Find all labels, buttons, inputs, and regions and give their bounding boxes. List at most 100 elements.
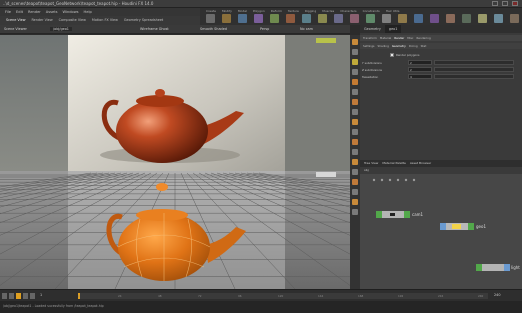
box-tool-icon[interactable] bbox=[206, 14, 215, 23]
tessellation-field[interactable]: 4 bbox=[408, 74, 432, 79]
render-region-handle[interactable] bbox=[316, 172, 336, 177]
tab-render[interactable]: Render bbox=[394, 36, 404, 40]
xray-icon[interactable] bbox=[352, 199, 358, 205]
node-flag-icon[interactable] bbox=[440, 223, 446, 230]
tab-rendering[interactable]: Rendering bbox=[416, 36, 430, 40]
footprint-icon[interactable] bbox=[352, 189, 358, 195]
template-icon[interactable] bbox=[352, 169, 358, 175]
render-mode-menu[interactable]: Smooth Shaded bbox=[200, 27, 227, 31]
tab-material[interactable]: Material bbox=[380, 36, 391, 40]
shelf-tab[interactable]: Muscles bbox=[322, 9, 334, 13]
curve-tool-icon[interactable] bbox=[334, 14, 343, 23]
wireframe-icon[interactable] bbox=[352, 49, 358, 55]
shelf-tab[interactable]: Deform bbox=[271, 9, 282, 13]
menu-file[interactable]: File bbox=[5, 8, 11, 16]
sky-light-tool-icon[interactable] bbox=[510, 14, 519, 23]
path-tool-icon[interactable] bbox=[350, 14, 359, 23]
shelf-tab[interactable]: Constraints bbox=[363, 9, 380, 13]
tab-shading[interactable]: Shading bbox=[377, 44, 388, 48]
z-subdivisions-slider[interactable] bbox=[434, 67, 514, 72]
menu-render[interactable]: Render bbox=[28, 8, 41, 16]
display-option[interactable]: Wireframe Ghost bbox=[140, 27, 169, 31]
light-tool-icon[interactable] bbox=[478, 14, 487, 23]
maximize-icon[interactable] bbox=[502, 1, 508, 6]
step-back-icon[interactable] bbox=[9, 293, 14, 299]
tessellation-slider[interactable] bbox=[434, 74, 514, 79]
platonic-tool-icon[interactable] bbox=[398, 14, 407, 23]
tube-tool-icon[interactable] bbox=[238, 14, 247, 23]
shelf-tab[interactable]: Polygon bbox=[253, 9, 265, 13]
shelf-tab[interactable]: Model bbox=[238, 9, 247, 13]
tab-render-view[interactable]: Render View bbox=[31, 16, 52, 25]
node-flag-icon[interactable] bbox=[476, 264, 482, 271]
minimize-icon[interactable] bbox=[492, 1, 498, 6]
render-polygons-checkbox[interactable] bbox=[390, 53, 394, 57]
torus-tool-icon[interactable] bbox=[254, 14, 263, 23]
camera-tool-icon[interactable] bbox=[462, 14, 471, 23]
timeline-bar[interactable]: 1 24 48 72 96 120 144 168 192 216 240 bbox=[78, 293, 488, 299]
line-tool-icon[interactable] bbox=[302, 14, 311, 23]
network-path[interactable]: obj bbox=[364, 168, 369, 172]
node-display-icon[interactable] bbox=[504, 264, 510, 271]
shelf-tab[interactable]: Rigging bbox=[305, 9, 316, 13]
render-icon[interactable] bbox=[352, 119, 358, 125]
lighting-icon[interactable] bbox=[352, 99, 358, 105]
shelf-tab[interactable]: Modify bbox=[222, 9, 232, 13]
null-tool-icon[interactable] bbox=[286, 14, 295, 23]
snap-icon[interactable] bbox=[352, 89, 358, 95]
node-light[interactable] bbox=[476, 264, 510, 271]
menu-assets[interactable]: Assets bbox=[46, 8, 58, 16]
view-mode-menu[interactable]: No cam bbox=[300, 27, 313, 31]
tab-tree-view[interactable]: Tree View bbox=[364, 160, 378, 167]
grid-icon[interactable] bbox=[352, 129, 358, 135]
viewport-path[interactable]: /obj/geo1 bbox=[50, 27, 72, 31]
normals-icon[interactable] bbox=[352, 79, 358, 85]
node-flag-icon[interactable] bbox=[376, 211, 382, 218]
tab-motion-fx-view[interactable]: Motion FX View bbox=[92, 16, 118, 25]
ghost-icon[interactable] bbox=[352, 149, 358, 155]
y-subdivisions-field[interactable]: 2 bbox=[408, 60, 432, 65]
metaball-tool-icon[interactable] bbox=[430, 14, 439, 23]
shelf-tab[interactable]: Characters bbox=[340, 9, 356, 13]
scene-viewport[interactable] bbox=[0, 35, 350, 289]
shelf-tab[interactable]: Texture bbox=[288, 9, 299, 13]
node-display-icon[interactable] bbox=[404, 211, 410, 218]
display-options-icon[interactable] bbox=[352, 39, 358, 45]
font-tool-icon[interactable] bbox=[382, 14, 391, 23]
node-geo1[interactable] bbox=[440, 223, 474, 230]
menu-edit[interactable]: Edit bbox=[16, 8, 23, 16]
spray-paint-tool-icon[interactable] bbox=[366, 14, 375, 23]
current-frame[interactable]: 1 bbox=[40, 293, 42, 297]
jump-end-icon[interactable] bbox=[30, 293, 35, 299]
jump-start-icon[interactable] bbox=[2, 293, 7, 299]
tab-composite-view[interactable]: Composite View bbox=[59, 16, 86, 25]
sphere-tool-icon[interactable] bbox=[222, 14, 231, 23]
visibility-icon[interactable] bbox=[352, 159, 358, 165]
tab-misc[interactable]: Misc bbox=[407, 36, 413, 40]
shaded-icon[interactable] bbox=[352, 59, 358, 65]
tab-material-palette[interactable]: Material Palette bbox=[382, 160, 406, 167]
circle-tool-icon[interactable] bbox=[318, 14, 327, 23]
points-icon[interactable] bbox=[352, 69, 358, 75]
y-subdivisions-slider[interactable] bbox=[434, 60, 514, 65]
file-tool-icon[interactable] bbox=[446, 14, 455, 23]
node-name-field[interactable]: geo1 bbox=[384, 25, 402, 33]
tab-settings[interactable]: Settings bbox=[363, 44, 374, 48]
shelf-tab[interactable]: Create bbox=[206, 9, 216, 13]
node-display-icon[interactable] bbox=[468, 223, 474, 230]
menu-windows[interactable]: Windows bbox=[62, 8, 78, 16]
viewport-canvas[interactable] bbox=[0, 35, 350, 289]
end-frame[interactable]: 240 bbox=[494, 293, 500, 297]
tab-stat[interactable]: Stat bbox=[421, 44, 427, 48]
node-cam1[interactable] bbox=[376, 211, 410, 218]
close-icon[interactable] bbox=[512, 1, 518, 6]
network-editor[interactable]: Tree View Material Palette Asset Browser o… bbox=[360, 160, 522, 289]
play-icon[interactable] bbox=[16, 293, 21, 299]
step-forward-icon[interactable] bbox=[23, 293, 28, 299]
selectable-icon[interactable] bbox=[352, 179, 358, 185]
tab-geometry-spreadsheet[interactable]: Geometry Spreadsheet bbox=[124, 16, 163, 25]
camera-icon[interactable] bbox=[352, 109, 358, 115]
tab-dicing[interactable]: Dicing bbox=[409, 44, 418, 48]
menu-help[interactable]: Help bbox=[84, 8, 92, 16]
z-subdivisions-field[interactable]: 2 bbox=[408, 67, 432, 72]
